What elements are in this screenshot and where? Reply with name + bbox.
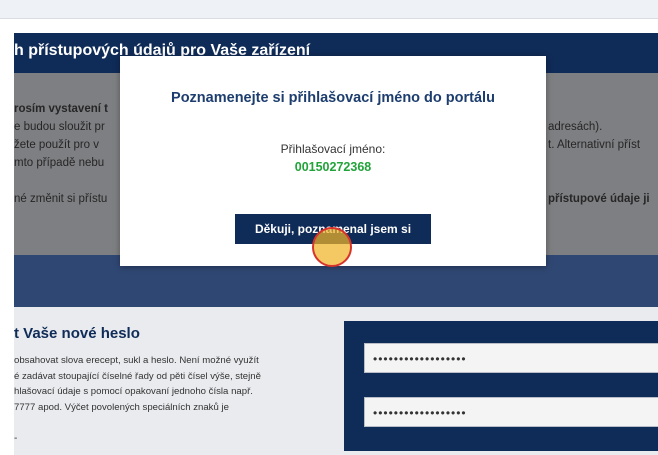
intro-line: žete použít pro v — [14, 139, 100, 151]
intro-line-right: adresách). — [548, 121, 603, 133]
password-rule-line: 7777 apod. Výčet povolených speciálních … — [14, 401, 229, 413]
password-form: •••••••••••••••••• •••••••••••••••••• — [344, 321, 658, 451]
password-section: t Vaše nové heslo obsahovat slova erecep… — [14, 307, 658, 455]
password-rule-line: é zadávat stoupající číselné řady od pět… — [14, 370, 261, 382]
password-section-title: t Vaše nové heslo — [14, 325, 140, 342]
intro-line-right: přístupové údaje ji — [548, 193, 650, 205]
new-password-input[interactable]: •••••••••••••••••• — [364, 343, 658, 373]
login-info-dialog: Poznamenejte si přihlašovací jméno do po… — [120, 56, 546, 266]
dialog-title: Poznamenejte si přihlašovací jméno do po… — [171, 90, 495, 106]
intro-line: mto případě nebu — [14, 157, 105, 169]
intro-line: rosím vystavení t — [14, 103, 108, 115]
intro-line-right: t. Alternativní příst — [548, 139, 641, 151]
intro-line: né změnit si přístu — [14, 193, 108, 205]
login-label: Přihlašovací jméno: — [280, 142, 386, 156]
login-value: 00150272368 — [294, 160, 372, 174]
confirm-password-input[interactable]: •••••••••••••••••• — [364, 397, 658, 427]
password-rules: obsahovat slova erecept, sukl a heslo. N… — [14, 353, 314, 415]
confirm-noted-button[interactable]: Děkuji, poznamenal jsem si — [235, 214, 431, 244]
password-rule-trailing: - — [14, 433, 18, 444]
intro-line: e budou sloužit pr — [14, 121, 105, 133]
password-rule-line: hlašovací údaje s pomocí opakovaní jedno… — [14, 386, 253, 397]
password-rule-line: obsahovat slova erecept, sukl a heslo. N… — [14, 355, 259, 366]
